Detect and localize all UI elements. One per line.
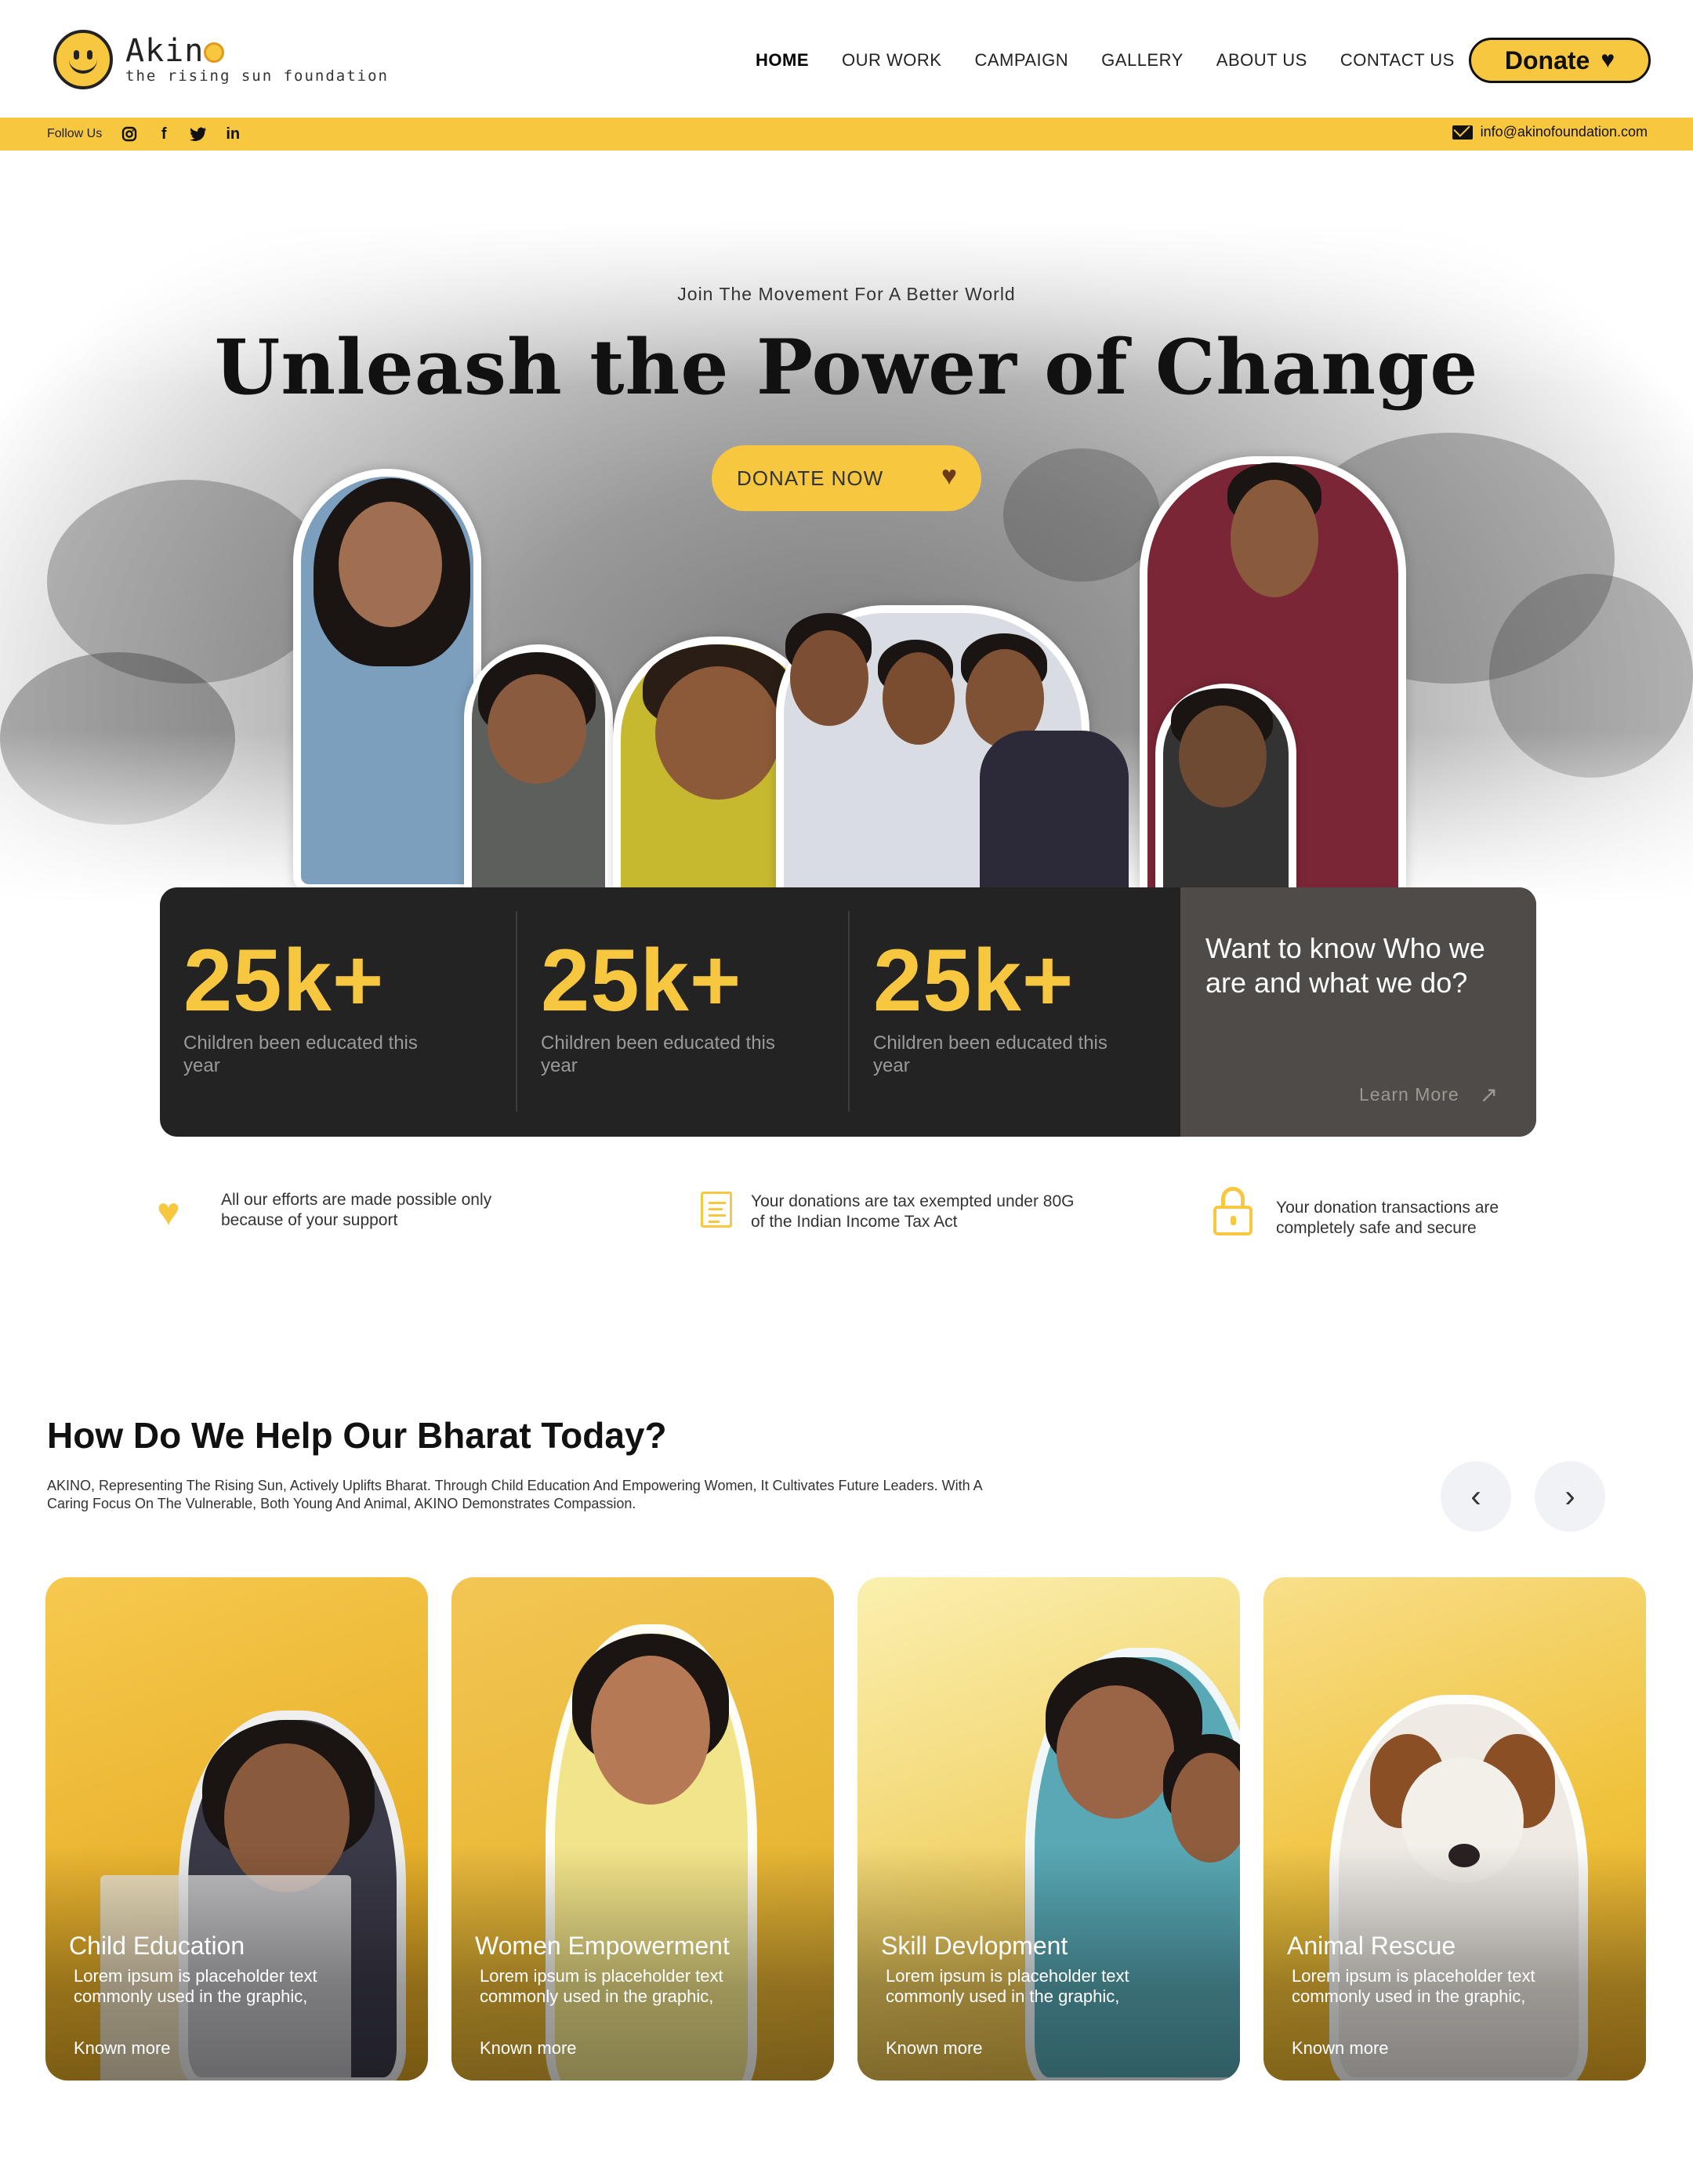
social-links: f in	[119, 124, 257, 144]
stat-card: 25k+ Children been educated this year	[850, 887, 1179, 1137]
heart-icon: ♥	[157, 1190, 180, 1234]
program-card-skill-development[interactable]: Skill Devlopment Lorem ipsum is placehol…	[857, 1577, 1240, 2081]
sun-o-icon	[204, 42, 225, 63]
stat-card: 25k+ Children been educated this year	[517, 887, 846, 1137]
nav-gallery[interactable]: GALLERY	[1101, 50, 1184, 71]
heart-icon: ♥	[941, 461, 958, 491]
nav-contact-us[interactable]: CONTACT US	[1340, 50, 1455, 71]
follow-bar: Follow Us f in info@akinofoundation.com	[0, 118, 1693, 151]
site-header: Akin the rising sun foundation HOME OUR …	[0, 0, 1693, 118]
envelope-icon	[1452, 125, 1473, 140]
stat-value: 25k+	[541, 931, 742, 1029]
stat-caption: Children been educated this year	[541, 1032, 775, 1076]
who-we-are-text: Want to know Who we are and what we do?	[1205, 932, 1485, 999]
carousel-prev-button[interactable]: ‹	[1441, 1461, 1511, 1532]
card-title: Child Education	[69, 1932, 245, 1960]
hero-title: Unleash the Power of Change	[214, 323, 1479, 412]
instagram-icon[interactable]	[119, 124, 140, 144]
donate-button-label: Donate	[1504, 45, 1590, 74]
smiley-sun-icon	[53, 30, 113, 89]
section-description: AKINO, Representing The Rising Sun, Acti…	[47, 1478, 982, 1511]
card-title: Skill Devlopment	[881, 1932, 1068, 1960]
known-more-link[interactable]: Known more	[886, 2038, 983, 2059]
hero-kicker: Join The Movement For A Better World	[677, 284, 1016, 304]
stats-panel: 25k+ Children been educated this year 25…	[160, 887, 1536, 1137]
facebook-icon[interactable]: f	[154, 124, 174, 144]
learn-more-link[interactable]: Learn More ↗	[1359, 1082, 1499, 1108]
stat-value: 25k+	[873, 931, 1075, 1029]
card-text: Lorem ipsum is placeholder text commonly…	[1292, 1966, 1535, 2006]
trust-item: ♥ All our efforts are made possible only…	[157, 1190, 550, 1234]
trust-text: Your donation transactions are completel…	[1276, 1199, 1499, 1237]
contact-email[interactable]: info@akinofoundation.com	[1452, 124, 1648, 140]
known-more-link[interactable]: Known more	[1292, 2038, 1389, 2059]
hero-section: Join The Movement For A Better World Unl…	[0, 151, 1693, 934]
lock-icon	[1212, 1187, 1256, 1235]
chevron-right-icon: ›	[1564, 1478, 1575, 1514]
brand-name: Akin	[125, 34, 389, 67]
card-text: Lorem ipsum is placeholder text commonly…	[74, 1966, 317, 2006]
follow-us-label: Follow Us	[47, 127, 103, 140]
program-card-animal-rescue[interactable]: Animal Rescue Lorem ipsum is placeholder…	[1263, 1577, 1646, 2081]
email-address: info@akinofoundation.com	[1480, 124, 1648, 140]
donate-button[interactable]: Donate ♥	[1469, 38, 1651, 83]
linkedin-icon[interactable]: in	[223, 124, 243, 144]
card-text: Lorem ipsum is placeholder text commonly…	[480, 1966, 723, 2006]
main-nav: HOME OUR WORK CAMPAIGN GALLERY ABOUT US …	[756, 50, 1488, 71]
document-icon	[701, 1192, 732, 1228]
nav-campaign[interactable]: CAMPAIGN	[974, 50, 1068, 71]
known-more-link[interactable]: Known more	[480, 2038, 577, 2059]
logo[interactable]: Akin the rising sun foundation	[53, 30, 389, 89]
stat-caption: Children been educated this year	[183, 1032, 418, 1076]
learn-more-label: Learn More	[1359, 1084, 1459, 1105]
nav-home[interactable]: HOME	[756, 50, 809, 71]
card-text: Lorem ipsum is placeholder text commonly…	[886, 1966, 1129, 2006]
nav-our-work[interactable]: OUR WORK	[842, 50, 941, 71]
brand-tagline: the rising sun foundation	[125, 67, 389, 85]
section-title: How Do We Help Our Bharat Today?	[47, 1415, 667, 1456]
trust-item: Your donation transactions are completel…	[1212, 1187, 1543, 1239]
known-more-link[interactable]: Known more	[74, 2038, 171, 2059]
donate-now-label: DONATE NOW	[737, 466, 884, 490]
carousel-next-button[interactable]: ›	[1535, 1461, 1605, 1532]
chevron-left-icon: ‹	[1470, 1478, 1481, 1514]
arrow-up-right-icon: ↗	[1479, 1083, 1499, 1107]
trust-text: Your donations are tax exempted under 80…	[751, 1192, 1075, 1231]
program-card-women-empowerment[interactable]: Women Empowerment Lorem ipsum is placeho…	[451, 1577, 834, 2081]
heart-icon: ♥	[1601, 47, 1615, 73]
stat-value: 25k+	[183, 931, 385, 1029]
program-card-child-education[interactable]: Child Education Lorem ipsum is placehold…	[45, 1577, 428, 2081]
nav-about-us[interactable]: ABOUT US	[1216, 50, 1307, 71]
stat-caption: Children been educated this year	[873, 1032, 1108, 1076]
trust-item: Your donations are tax exempted under 80…	[701, 1192, 1080, 1232]
trust-text: All our efforts are made possible only b…	[221, 1191, 492, 1229]
donate-now-button[interactable]: DONATE NOW ♥	[712, 445, 981, 511]
who-we-are-panel: Want to know Who we are and what we do? …	[1180, 887, 1536, 1137]
twitter-icon[interactable]	[188, 124, 208, 144]
card-title: Animal Rescue	[1287, 1932, 1456, 1960]
stat-card: 25k+ Children been educated this year	[160, 887, 514, 1137]
card-title: Women Empowerment	[475, 1932, 730, 1960]
